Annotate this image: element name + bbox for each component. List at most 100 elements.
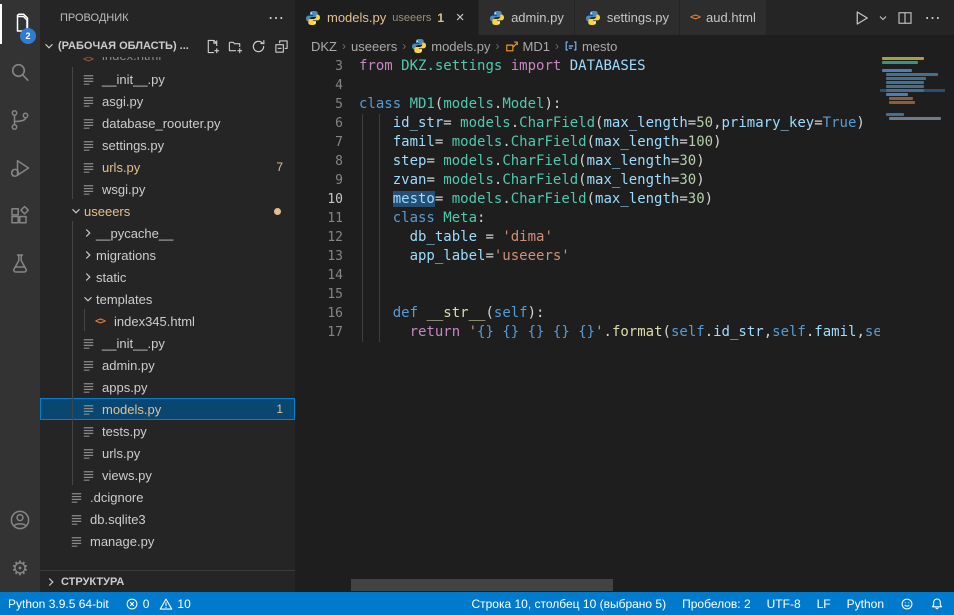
language-mode-status[interactable]: Python (847, 597, 884, 611)
refresh-icon[interactable] (251, 39, 266, 54)
code-line-3[interactable]: 3from DKZ.settings import DATABASES (295, 57, 880, 76)
line-number[interactable]: 8 (295, 152, 343, 171)
minimap[interactable] (880, 57, 945, 592)
notifications-status[interactable] (930, 597, 944, 611)
tree-item-index345.html[interactable]: <>index345.html (40, 310, 295, 332)
tree-item-models.py[interactable]: models.py1 (40, 398, 295, 420)
code-line-7[interactable]: 7 famil= models.CharField(max_length=100… (295, 133, 880, 152)
line-number[interactable]: 9 (295, 171, 343, 190)
line-number[interactable]: 11 (295, 209, 343, 228)
code-line-5[interactable]: 5class MD1(models.Model): (295, 95, 880, 114)
run-python-file-icon[interactable] (848, 5, 874, 31)
explorer-view-button[interactable]: 2 (0, 0, 40, 48)
editor-more-actions-icon[interactable]: ⋯ (920, 5, 946, 31)
code-line-16[interactable]: 16 def __str__(self): (295, 304, 880, 323)
code-editor[interactable]: 3from DKZ.settings import DATABASES45cla… (295, 57, 880, 592)
code-line-17[interactable]: 17 return '{} {} {} {} {}'.format(self.i… (295, 323, 880, 342)
code-line-6[interactable]: 6 id_str= models.CharField(max_length=50… (295, 114, 880, 133)
line-number[interactable]: 3 (295, 57, 343, 76)
tab-aud.html[interactable]: <>aud.html (680, 0, 767, 35)
tab-admin.py[interactable]: admin.py (479, 0, 575, 35)
workspace-section-header[interactable]: (РАБОЧАЯ ОБЛАСТЬ) ... (40, 35, 295, 57)
problems-status[interactable]: 0 10 (125, 597, 191, 611)
breadcrumb-item-DKZ[interactable]: DKZ (311, 39, 337, 54)
code-line-12[interactable]: 12 db_table = 'dima' (295, 228, 880, 247)
tree-item-__init__.py[interactable]: __init__.py (40, 332, 295, 354)
extensions-view-button[interactable] (0, 192, 40, 240)
line-number[interactable]: 13 (295, 247, 343, 266)
tree-item-tests.py[interactable]: tests.py (40, 420, 295, 442)
code-line-13[interactable]: 13 app_label='useeers' (295, 247, 880, 266)
tab-description: useeers (392, 12, 431, 24)
tab-models.py[interactable]: models.pyuseeers1× (295, 0, 479, 35)
tree-item-db.sqlite3[interactable]: db.sqlite3 (40, 508, 295, 530)
py-file-icon (80, 401, 96, 417)
tree-item-index.html[interactable]: <>index.html (40, 57, 295, 68)
breadcrumb-item-MD1[interactable]: MD1 (505, 39, 550, 54)
line-number[interactable]: 15 (295, 285, 343, 304)
breadcrumb-item-mesto[interactable]: mesto (564, 39, 617, 54)
collapse-all-icon[interactable] (274, 39, 289, 54)
code-line-4[interactable]: 4 (295, 76, 880, 95)
tree-item-manage.py[interactable]: manage.py (40, 530, 295, 552)
tree-item-wsgi.py[interactable]: wsgi.py (40, 178, 295, 200)
close-tab-icon[interactable]: × (452, 9, 468, 26)
git-change-badge: 1 (276, 402, 283, 416)
tree-item-urls.py[interactable]: urls.py (40, 442, 295, 464)
tree-item-apps.py[interactable]: apps.py (40, 376, 295, 398)
line-number[interactable]: 10 (295, 190, 343, 209)
line-number[interactable]: 12 (295, 228, 343, 247)
tree-item-urls.py[interactable]: urls.py7 (40, 156, 295, 178)
breadcrumb-item-models.py[interactable]: models.py (411, 38, 490, 54)
eol-status[interactable]: LF (817, 597, 831, 611)
tree-item-static[interactable]: static (40, 266, 295, 288)
python-interpreter-status[interactable]: Python 3.9.5 64-bit (8, 597, 109, 611)
views-more-actions-icon[interactable]: ⋯ (268, 8, 285, 28)
line-number[interactable]: 4 (295, 76, 343, 95)
tree-item-migrations[interactable]: migrations (40, 244, 295, 266)
search-view-button[interactable] (0, 48, 40, 96)
line-number[interactable]: 14 (295, 266, 343, 285)
run-dropdown-chevron-icon[interactable] (876, 5, 890, 31)
line-number[interactable]: 17 (295, 323, 343, 342)
code-line-10[interactable]: 10 mesto= models.CharField(max_length=30… (295, 190, 880, 209)
code-line-14[interactable]: 14 (295, 266, 880, 285)
feedback-status[interactable] (900, 597, 914, 611)
indentation-status[interactable]: Пробелов: 2 (682, 597, 751, 611)
split-editor-icon[interactable] (892, 5, 918, 31)
code-line-9[interactable]: 9 zvan= models.CharField(max_length=30) (295, 171, 880, 190)
code-line-15[interactable]: 15 (295, 285, 880, 304)
tree-item-asgi.py[interactable]: asgi.py (40, 90, 295, 112)
breadcrumb-item-useeers[interactable]: useeers (351, 39, 397, 54)
source-control-view-button[interactable] (0, 96, 40, 144)
tree-item-database_roouter.py[interactable]: database_roouter.py (40, 112, 295, 134)
tree-item-__pycache__[interactable]: __pycache__ (40, 222, 295, 244)
tree-item-views.py[interactable]: views.py (40, 464, 295, 486)
tree-item-__init__.py[interactable]: __init__.py (40, 68, 295, 90)
line-number[interactable]: 7 (295, 133, 343, 152)
horizontal-scrollbar[interactable] (351, 579, 613, 591)
code-line-11[interactable]: 11 class Meta: (295, 209, 880, 228)
new-file-icon[interactable] (205, 39, 220, 54)
tree-item-.dcignore[interactable]: .dcignore (40, 486, 295, 508)
line-number[interactable]: 5 (295, 95, 343, 114)
run-debug-view-button[interactable] (0, 144, 40, 192)
indent-guide (379, 114, 380, 342)
outline-section-header[interactable]: СТРУКТУРА (40, 570, 295, 592)
line-number[interactable]: 6 (295, 114, 343, 133)
new-folder-icon[interactable] (228, 39, 243, 54)
tree-item-admin.py[interactable]: admin.py (40, 354, 295, 376)
py-file-icon (80, 445, 96, 461)
manage-button[interactable]: ⚙ (0, 544, 40, 592)
cursor-position-status[interactable]: Строка 10, столбец 10 (выбрано 5) (471, 597, 666, 611)
accounts-button[interactable] (0, 496, 40, 544)
line-number[interactable]: 16 (295, 304, 343, 323)
testing-view-button[interactable] (0, 240, 40, 288)
code-line-8[interactable]: 8 step= models.CharField(max_length=30) (295, 152, 880, 171)
tree-item-settings.py[interactable]: settings.py (40, 134, 295, 156)
tree-item-useeers[interactable]: useeers (40, 200, 295, 222)
vertical-scrollbar[interactable] (945, 57, 954, 592)
tree-item-templates[interactable]: templates (40, 288, 295, 310)
tab-settings.py[interactable]: settings.py (575, 0, 680, 35)
encoding-status[interactable]: UTF-8 (767, 597, 801, 611)
